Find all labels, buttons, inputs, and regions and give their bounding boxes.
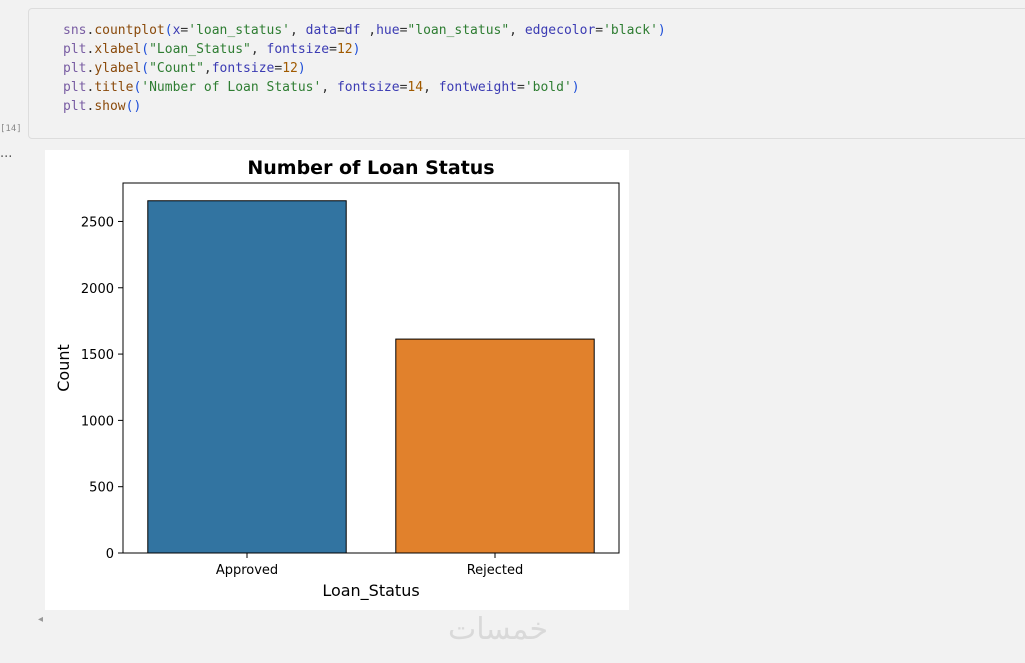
scroll-left-icon[interactable]: ◂	[38, 614, 43, 625]
code-token: 12	[336, 42, 353, 57]
code-token: =	[595, 23, 604, 38]
code-token: title	[94, 80, 134, 95]
code-token: =	[336, 23, 345, 38]
y-tick-label: 2500	[81, 215, 114, 230]
code-token: )	[352, 42, 361, 57]
code-token: hue	[376, 23, 400, 38]
code-token: (	[141, 42, 150, 57]
y-tick-label: 500	[89, 481, 114, 496]
code-token: =	[329, 42, 337, 57]
y-tick-label: 0	[106, 547, 114, 562]
code-editor[interactable]: sns.countplot(x='loan_status', data=df ,…	[63, 21, 666, 116]
execution-count: [14]	[0, 124, 22, 134]
code-token: 'Number of Loan Status'	[141, 80, 322, 95]
code-token: ,	[360, 23, 377, 38]
code-token: fontsize	[266, 42, 330, 57]
code-token: )	[571, 80, 580, 95]
code-token: countplot	[94, 23, 165, 38]
bar-approved	[147, 200, 347, 554]
code-token: plt	[63, 61, 87, 76]
code-token: fontsize	[211, 61, 275, 76]
code-token: 'bold'	[524, 80, 572, 95]
code-token: plt	[63, 42, 87, 57]
code-token: plt	[63, 99, 87, 114]
code-token: ,	[203, 61, 212, 76]
code-token: ()	[125, 99, 142, 114]
code-token: (	[141, 61, 150, 76]
code-token: edgecolor	[524, 23, 596, 38]
code-line: plt.show()	[63, 97, 666, 116]
code-token: sns	[63, 23, 87, 38]
code-token: data	[305, 23, 337, 38]
code-token: xlabel	[94, 42, 142, 57]
code-token: df	[344, 23, 361, 38]
code-token: 14	[407, 80, 424, 95]
code-token: ,	[509, 23, 525, 38]
bar-rejected	[395, 338, 595, 554]
chart-figure: Number of Loan Status Approved Rejected 0 50…	[45, 150, 629, 610]
code-token: =	[274, 61, 283, 76]
code-token: )	[297, 61, 306, 76]
code-token: ,	[321, 80, 337, 95]
code-token: fontsize	[336, 80, 400, 95]
y-tick-label: 1500	[81, 348, 114, 363]
code-token: show	[94, 99, 126, 114]
code-token: fontweight	[438, 80, 517, 95]
code-token: plt	[63, 80, 87, 95]
code-token: "Loan_Status"	[149, 42, 251, 57]
code-cell[interactable]: sns.countplot(x='loan_status', data=df ,…	[28, 8, 1025, 139]
y-tick-label: 1000	[81, 414, 114, 429]
code-token: ,	[250, 42, 267, 57]
y-tick-label: 2000	[81, 282, 114, 297]
code-token: 'loan_status'	[188, 23, 290, 38]
code-token: "loan_status"	[407, 23, 510, 38]
code-line: plt.title('Number of Loan Status', fonts…	[63, 78, 666, 97]
code-token: "Count"	[149, 61, 204, 76]
x-tick-label: Approved	[216, 563, 278, 578]
bar-chart: Number of Loan Status Approved Rejected 0 50…	[54, 157, 620, 601]
x-tick-label: Rejected	[467, 563, 524, 578]
x-axis-label: Loan_Status	[322, 581, 419, 601]
code-token: (	[164, 23, 173, 38]
code-line: plt.xlabel("Loan_Status", fontsize=12)	[63, 40, 666, 59]
code-token: ylabel	[94, 61, 142, 76]
output-menu-icon[interactable]: ...	[0, 146, 12, 161]
code-token: 'black'	[603, 23, 658, 38]
chart-title: Number of Loan Status	[247, 157, 494, 179]
code-token: )	[657, 23, 666, 38]
code-line: plt.ylabel("Count",fontsize=12)	[63, 59, 666, 78]
code-token: ,	[423, 80, 439, 95]
watermark-logo: خمسات	[448, 612, 549, 647]
code-token: 12	[282, 61, 298, 76]
code-token: ,	[290, 23, 306, 38]
code-token: =	[517, 80, 525, 95]
y-axis-label: Count	[54, 344, 73, 392]
code-line: sns.countplot(x='loan_status', data=df ,…	[63, 21, 666, 40]
